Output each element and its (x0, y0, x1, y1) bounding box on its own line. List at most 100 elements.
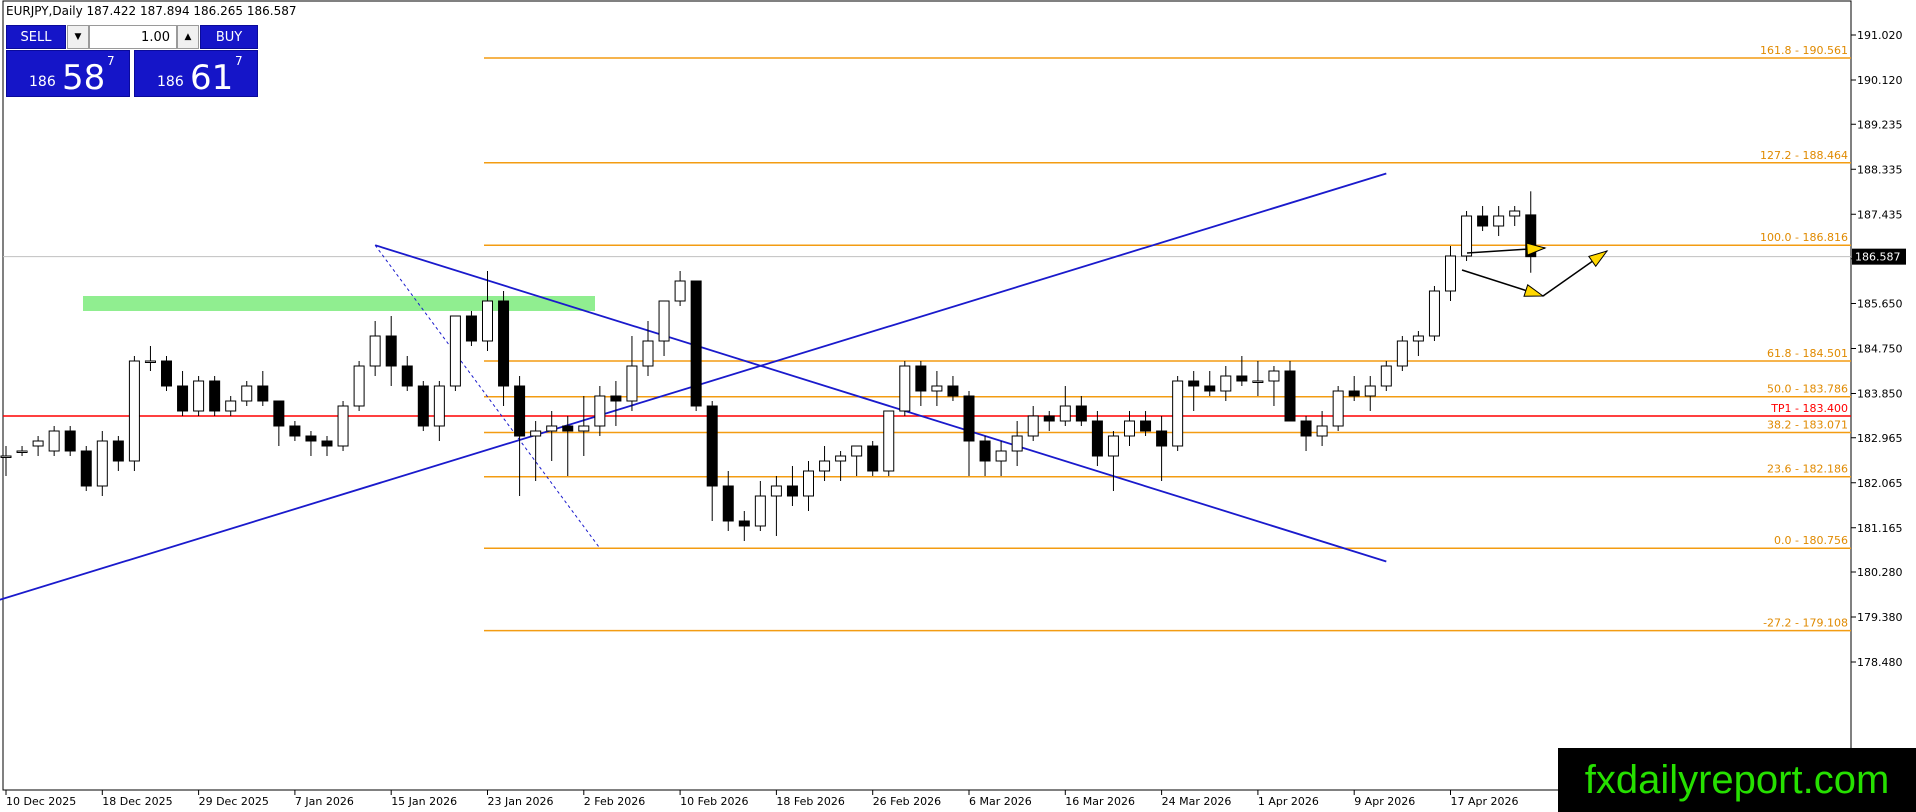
bullish-candle (1107, 435, 1119, 457)
bearish-candle (305, 435, 317, 442)
price-chart[interactable]: 161.8 - 190.561 127.2 - 188.464 100.0 - 18… (0, 0, 1916, 812)
bearish-candle (209, 380, 221, 412)
bullish-candle (1027, 415, 1039, 437)
chevron-up-icon: ▲ (184, 32, 192, 42)
bullish-candle (1124, 420, 1135, 437)
x-tick-label: 16 Mar 2026 (1065, 795, 1135, 808)
bullish-candle (48, 430, 60, 452)
bearish-candle (1091, 420, 1103, 457)
chart-background (0, 0, 1916, 812)
bullish-candle (626, 365, 638, 402)
lot-increase-button[interactable]: ▲ (177, 25, 199, 49)
y-tick-label: 182.965 (1857, 432, 1903, 445)
bullish-candle (674, 280, 686, 302)
x-tick-label: 15 Jan 2026 (391, 795, 457, 808)
fib-level-label: 38.2 - 183.071 (1767, 418, 1848, 431)
bearish-candle (289, 425, 301, 437)
x-tick-label: 6 Mar 2026 (969, 795, 1032, 808)
bearish-candle (1284, 370, 1296, 422)
bearish-candle (979, 440, 991, 462)
bearish-candle (321, 440, 333, 447)
sell-price-pipette: 7 (107, 54, 115, 68)
bearish-candle (963, 395, 975, 442)
bearish-candle (1348, 390, 1360, 397)
bullish-candle (819, 460, 831, 472)
bullish-candle (995, 450, 1007, 462)
bearish-candle (1236, 375, 1248, 382)
supply-zone (83, 296, 595, 311)
fib-level-label: -27.2 - 179.108 (1763, 617, 1848, 630)
buy-button[interactable]: BUY (200, 25, 258, 49)
bullish-candle (578, 425, 590, 432)
bearish-candle (161, 360, 172, 387)
buy-price-button[interactable]: 186 61 7 (134, 50, 258, 97)
bullish-candle (482, 300, 493, 342)
bullish-candle (96, 440, 108, 487)
x-tick-label: 24 Mar 2026 (1162, 795, 1232, 808)
y-tick-label: 187.435 (1857, 208, 1903, 221)
bearish-candle (786, 485, 798, 497)
current-price-label: 186.587 (1855, 251, 1901, 264)
y-tick-label: 189.235 (1857, 118, 1903, 131)
bearish-candle (610, 395, 622, 402)
bearish-candle (385, 335, 397, 367)
bullish-candle (1252, 380, 1264, 383)
bullish-candle (1332, 390, 1344, 427)
bearish-candle (1477, 215, 1489, 227)
x-tick-label: 23 Jan 2026 (488, 795, 554, 808)
bearish-candle (738, 520, 750, 527)
fib-level-label: 23.6 - 182.186 (1767, 463, 1848, 476)
tp-label: TP1 - 183.400 (1770, 402, 1848, 415)
bullish-candle (1268, 370, 1280, 382)
bullish-candle (1445, 255, 1456, 292)
buy-price-pipette: 7 (235, 54, 243, 68)
lot-size-input[interactable] (89, 25, 177, 49)
bearish-candle (562, 425, 574, 432)
y-tick-label: 179.380 (1857, 611, 1903, 624)
bullish-candle (658, 300, 670, 342)
fib-level-label: 161.8 - 190.561 (1760, 44, 1848, 57)
watermark-logo: fxdailyreport.com (1558, 748, 1916, 812)
x-tick-label: 29 Dec 2025 (199, 795, 269, 808)
bullish-candle (353, 365, 365, 407)
bearish-candle (1140, 420, 1152, 432)
price-axis[interactable]: 191.020 190.120 189.235 188.335 187.435 186.5… (1851, 29, 1906, 669)
bearish-candle (417, 385, 429, 427)
bearish-candle (401, 365, 413, 387)
x-tick-label: 26 Feb 2026 (873, 795, 941, 808)
bearish-candle (915, 365, 927, 392)
bullish-candle (899, 365, 911, 412)
bearish-candle (1204, 385, 1216, 392)
lot-decrease-dropdown[interactable]: ▼ (67, 25, 89, 49)
sell-price-button[interactable]: 186 58 7 (6, 50, 130, 97)
buy-price-main: 61 (190, 58, 234, 98)
y-tick-label: 185.650 (1857, 298, 1903, 311)
bullish-candle (1461, 215, 1473, 257)
bullish-candle (803, 470, 814, 497)
bullish-candle (1364, 385, 1376, 397)
symbol-ohlc-label: EURJPY,Daily 187.422 187.894 186.265 186… (6, 4, 297, 18)
one-click-trading-panel: SELL ▼ ▲ BUY 186 58 7 186 61 7 (6, 25, 258, 97)
x-tick-label: 2 Feb 2026 (584, 795, 645, 808)
bullish-candle (594, 395, 606, 427)
bullish-candle (851, 445, 863, 457)
bullish-candle (1011, 435, 1023, 452)
y-tick-label: 190.120 (1857, 74, 1903, 87)
bullish-candle (369, 335, 381, 367)
bullish-candle (144, 360, 156, 363)
bullish-candle (754, 495, 766, 527)
bullish-candle (1493, 215, 1505, 227)
bearish-candle (1043, 415, 1055, 422)
x-tick-label: 9 Apr 2026 (1354, 795, 1415, 808)
y-tick-label: 183.850 (1857, 388, 1903, 401)
bearish-candle (690, 280, 702, 407)
x-tick-label: 17 Apr 2026 (1451, 795, 1519, 808)
fib-level-label: 100.0 - 186.816 (1760, 231, 1848, 244)
sell-button[interactable]: SELL (6, 25, 66, 49)
bullish-candle (16, 450, 28, 453)
bullish-candle (449, 315, 461, 387)
bearish-candle (64, 430, 76, 452)
bearish-candle (80, 450, 92, 487)
fib-level-label: 61.8 - 184.501 (1767, 347, 1848, 360)
bullish-candle (433, 385, 445, 427)
